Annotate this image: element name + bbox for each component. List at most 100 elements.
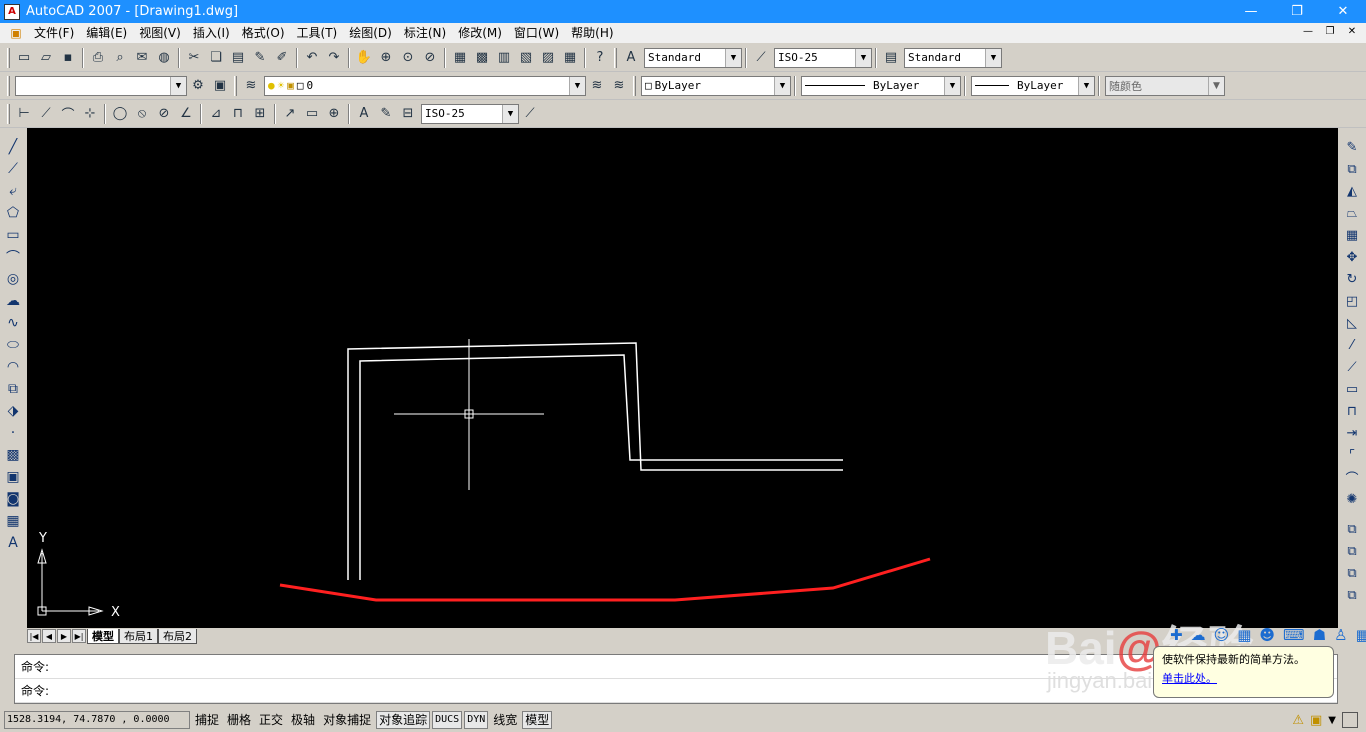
plot-preview-icon[interactable]: ⌕ [109, 47, 131, 69]
array-icon[interactable]: ▦ [1341, 224, 1363, 246]
grid-toggle[interactable]: 栅格 [224, 711, 255, 729]
move-icon[interactable]: ✥ [1341, 246, 1363, 268]
open-icon[interactable]: ▱ [35, 47, 57, 69]
arc-icon[interactable]: ⌒ [2, 246, 24, 268]
polygon-icon[interactable]: ⬠ [2, 202, 24, 224]
ordinate-dimension-icon[interactable]: ⊹ [79, 103, 101, 125]
tab-layout2[interactable]: 布局2 [158, 628, 197, 644]
save-icon[interactable]: ▪ [57, 47, 79, 69]
ortho-toggle[interactable]: 正交 [256, 711, 287, 729]
hatch-icon[interactable]: ▩ [2, 444, 24, 466]
chamfer-icon[interactable]: ⌜ [1341, 444, 1363, 466]
chevron-down-icon[interactable]: ▼ [1328, 715, 1336, 726]
menu-tools[interactable]: 工具(T) [291, 23, 344, 43]
properties-icon[interactable]: ▦ [449, 47, 471, 69]
layer-previous-icon[interactable]: ≋ [608, 75, 630, 97]
aligned-dimension-icon[interactable]: ⟋ [35, 103, 57, 125]
menu-dimension[interactable]: 标注(N) [398, 23, 452, 43]
close-button[interactable]: ✕ [1320, 0, 1366, 23]
tray-icon-3[interactable]: ☺ [1214, 626, 1230, 644]
coordinate-display[interactable]: 1528.3194, 74.7870 , 0.0000 [4, 711, 190, 729]
markup-icon[interactable]: ▨ [537, 47, 559, 69]
sheet-set-icon[interactable]: ▧ [515, 47, 537, 69]
table-style-select[interactable]: Standard ▼ [904, 47, 1002, 68]
osnap-toggle[interactable]: 对象捕捉 [320, 711, 375, 729]
layer-select[interactable]: ● ☀ ▣ □ 0 ▼ [264, 75, 586, 96]
break-icon[interactable]: ⊓ [1341, 400, 1363, 422]
spline-icon[interactable]: ∿ [2, 312, 24, 334]
bring-above-icon[interactable]: ⧉ [1341, 562, 1363, 584]
join-icon[interactable]: ⇥ [1341, 422, 1363, 444]
ellipse-arc-icon[interactable]: ◠ [2, 356, 24, 378]
menu-window[interactable]: 窗口(W) [508, 23, 565, 43]
text-style-icon[interactable]: A [620, 47, 642, 69]
quick-dimension-icon[interactable]: ⊿ [205, 103, 227, 125]
offset-icon[interactable]: ⏢ [1341, 202, 1363, 224]
tolerance-icon[interactable]: ▭ [301, 103, 323, 125]
ellipse-icon[interactable]: ⬭ [2, 334, 24, 356]
menu-format[interactable]: 格式(O) [236, 23, 291, 43]
command-input-line[interactable]: 命令: [15, 679, 1337, 703]
extend-icon[interactable]: ⟋ [1341, 356, 1363, 378]
doc-close-button[interactable]: ✕ [1344, 23, 1360, 41]
maximize-button[interactable]: ❐ [1274, 0, 1320, 23]
table-icon[interactable]: ▦ [2, 510, 24, 532]
tab-model[interactable]: 模型 [87, 628, 119, 644]
dimension-style-icon[interactable]: ⟋ [519, 103, 541, 125]
draw-order-front-icon[interactable]: ⧉ [1341, 518, 1363, 540]
lineweight-select[interactable]: ByLayer ▼ [971, 75, 1095, 96]
workspace-settings-icon[interactable]: ⚙ [187, 75, 209, 97]
3d-dwf-icon[interactable]: ◍ [153, 47, 175, 69]
copy-icon[interactable]: ❏ [205, 47, 227, 69]
update-notification-balloon[interactable]: 使软件保持最新的简单方法。 单击此处。 [1153, 646, 1334, 698]
break-at-point-icon[interactable]: ▭ [1341, 378, 1363, 400]
multiline-text-icon[interactable]: A [2, 532, 24, 554]
prev-tab-icon[interactable]: ◀ [42, 629, 56, 643]
redo-icon[interactable]: ↷ [323, 47, 345, 69]
zoom-previous-icon[interactable]: ⊘ [419, 47, 441, 69]
workspace-select[interactable]: ▼ [15, 75, 187, 96]
center-mark-icon[interactable]: ⊕ [323, 103, 345, 125]
circle-icon[interactable]: ◎ [2, 268, 24, 290]
dim-style-icon[interactable]: ⟋ [750, 47, 772, 69]
tray-icon-2[interactable]: ☁ [1191, 626, 1206, 644]
angular-dimension-icon[interactable]: ∠ [175, 103, 197, 125]
help-icon[interactable]: ? [589, 47, 611, 69]
first-tab-icon[interactable]: |◀ [27, 629, 41, 643]
design-center-icon[interactable]: ▩ [471, 47, 493, 69]
line-icon[interactable]: ╱ [2, 136, 24, 158]
dim-style-select[interactable]: ISO-25 ▼ [774, 47, 872, 68]
erase-icon[interactable]: ✎ [1341, 136, 1363, 158]
text-style-select[interactable]: Standard ▼ [644, 47, 742, 68]
next-tab-icon[interactable]: ▶ [57, 629, 71, 643]
customize-icon[interactable]: ▣ [209, 75, 231, 97]
doc-minimize-button[interactable]: — [1300, 23, 1316, 41]
layer-manager-icon[interactable]: ≋ [240, 75, 262, 97]
construction-line-icon[interactable]: ⟋ [2, 158, 24, 180]
clean-screen-icon[interactable] [1342, 712, 1358, 728]
minimize-button[interactable]: — [1228, 0, 1274, 23]
region-icon[interactable]: ◙ [2, 488, 24, 510]
point-icon[interactable]: · [2, 422, 24, 444]
document-icon[interactable]: ▣ [8, 25, 24, 41]
command-window[interactable]: 命令: 命令: [14, 654, 1338, 704]
mirror-icon[interactable]: ◭ [1341, 180, 1363, 202]
tray-icon-1[interactable]: ✚ [1170, 626, 1183, 644]
menu-edit[interactable]: 编辑(E) [80, 23, 133, 43]
block-editor-icon[interactable]: ✐ [271, 47, 293, 69]
fillet-icon[interactable]: ⌒ [1341, 466, 1363, 488]
tray-icon-6[interactable]: ⌨ [1283, 626, 1305, 644]
diameter-dimension-icon[interactable]: ⊘ [153, 103, 175, 125]
tray-icon-7[interactable]: ☗ [1313, 626, 1326, 644]
radius-dimension-icon[interactable]: ◯ [109, 103, 131, 125]
continue-dimension-icon[interactable]: ⊞ [249, 103, 271, 125]
model-toggle[interactable]: 模型 [522, 711, 553, 729]
rotate-icon[interactable]: ↻ [1341, 268, 1363, 290]
snap-toggle[interactable]: 捕捉 [192, 711, 223, 729]
warning-icon[interactable]: ⚠ [1292, 713, 1304, 728]
insert-block-icon[interactable]: ⧉ [2, 378, 24, 400]
polyline-icon[interactable]: ⤶ [2, 180, 24, 202]
tray-icon-4[interactable]: ▦ [1237, 626, 1251, 644]
rectangle-icon[interactable]: ▭ [2, 224, 24, 246]
menu-view[interactable]: 视图(V) [133, 23, 187, 43]
